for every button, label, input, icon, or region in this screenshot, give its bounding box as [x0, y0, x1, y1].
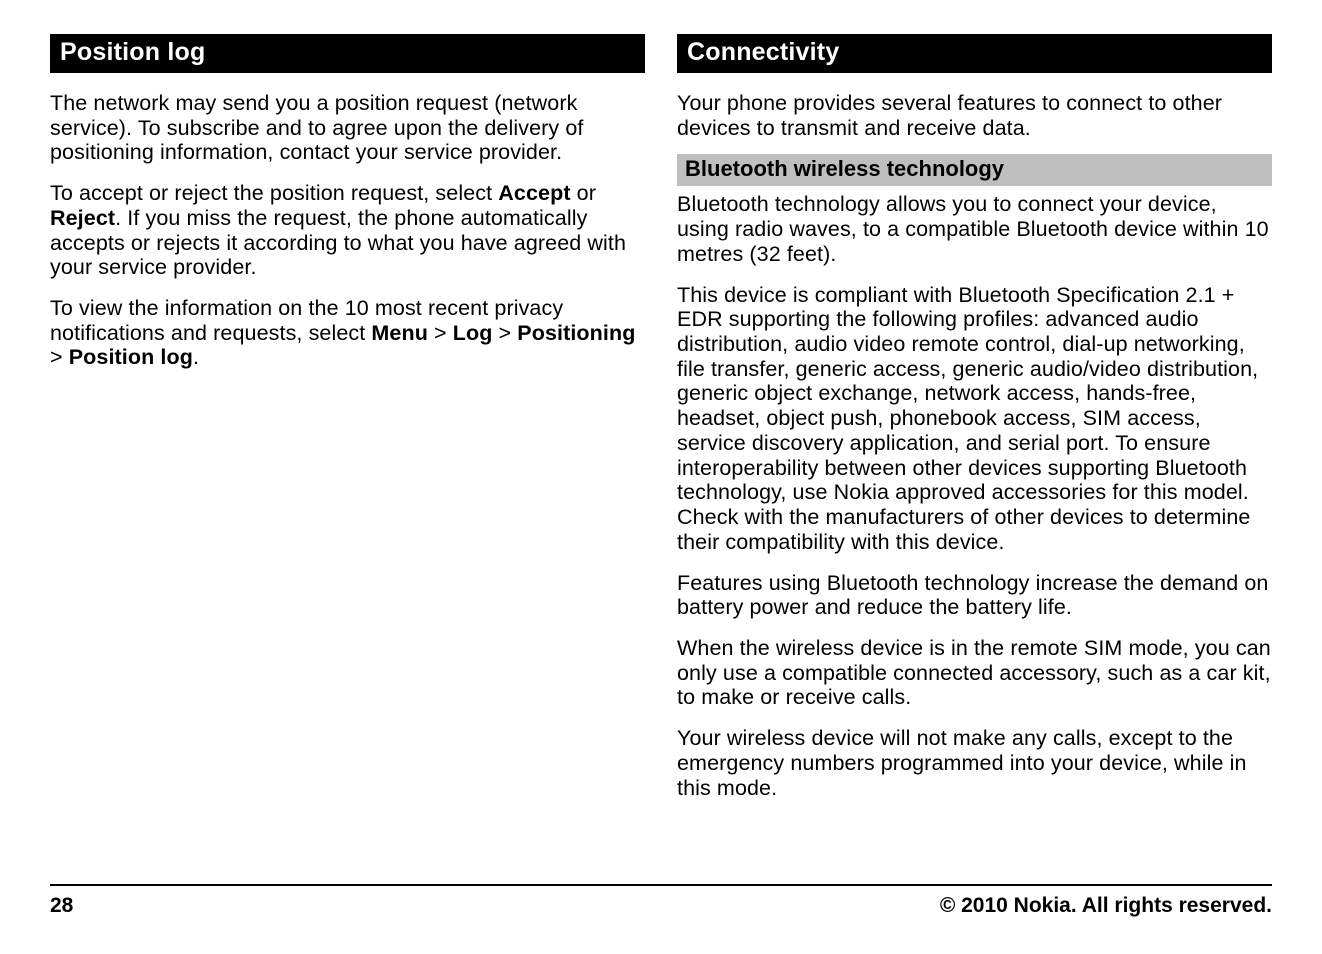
label-reject: Reject [50, 206, 115, 230]
page-number: 28 [50, 894, 73, 918]
paragraph: Your phone provides several features to … [677, 91, 1272, 140]
label-accept: Accept [498, 181, 570, 205]
paragraph: This device is compliant with Bluetooth … [677, 283, 1272, 555]
paragraph: Your wireless device will not make any c… [677, 726, 1272, 800]
text: . If you miss the request, the phone aut… [50, 206, 626, 279]
heading-connectivity: Connectivity [677, 34, 1272, 73]
paragraph: Features using Bluetooth technology incr… [677, 571, 1272, 620]
nav-log: Log [453, 321, 493, 345]
separator: > [428, 321, 453, 345]
nav-menu: Menu [371, 321, 428, 345]
text: . [193, 345, 199, 369]
subheading-bluetooth: Bluetooth wireless technology [677, 154, 1272, 186]
text: or [571, 181, 596, 205]
paragraph: Bluetooth technology allows you to conne… [677, 192, 1272, 266]
paragraph: When the wireless device is in the remot… [677, 636, 1272, 710]
separator: > [492, 321, 517, 345]
nav-position-log: Position log [69, 345, 193, 369]
heading-position-log: Position log [50, 34, 645, 73]
nav-positioning: Positioning [517, 321, 635, 345]
page-content: Position log The network may send you a … [0, 0, 1322, 870]
footer-divider [50, 884, 1272, 886]
paragraph: To view the information on the 10 most r… [50, 296, 645, 370]
text: To accept or reject the position request… [50, 181, 498, 205]
paragraph: The network may send you a position requ… [50, 91, 645, 165]
separator: > [50, 345, 69, 369]
right-column: Connectivity Your phone provides several… [677, 34, 1272, 870]
left-column: Position log The network may send you a … [50, 34, 645, 870]
page-footer: 28 © 2010 Nokia. All rights reserved. [50, 894, 1272, 918]
paragraph: To accept or reject the position request… [50, 181, 645, 280]
copyright-text: © 2010 Nokia. All rights reserved. [940, 894, 1272, 918]
